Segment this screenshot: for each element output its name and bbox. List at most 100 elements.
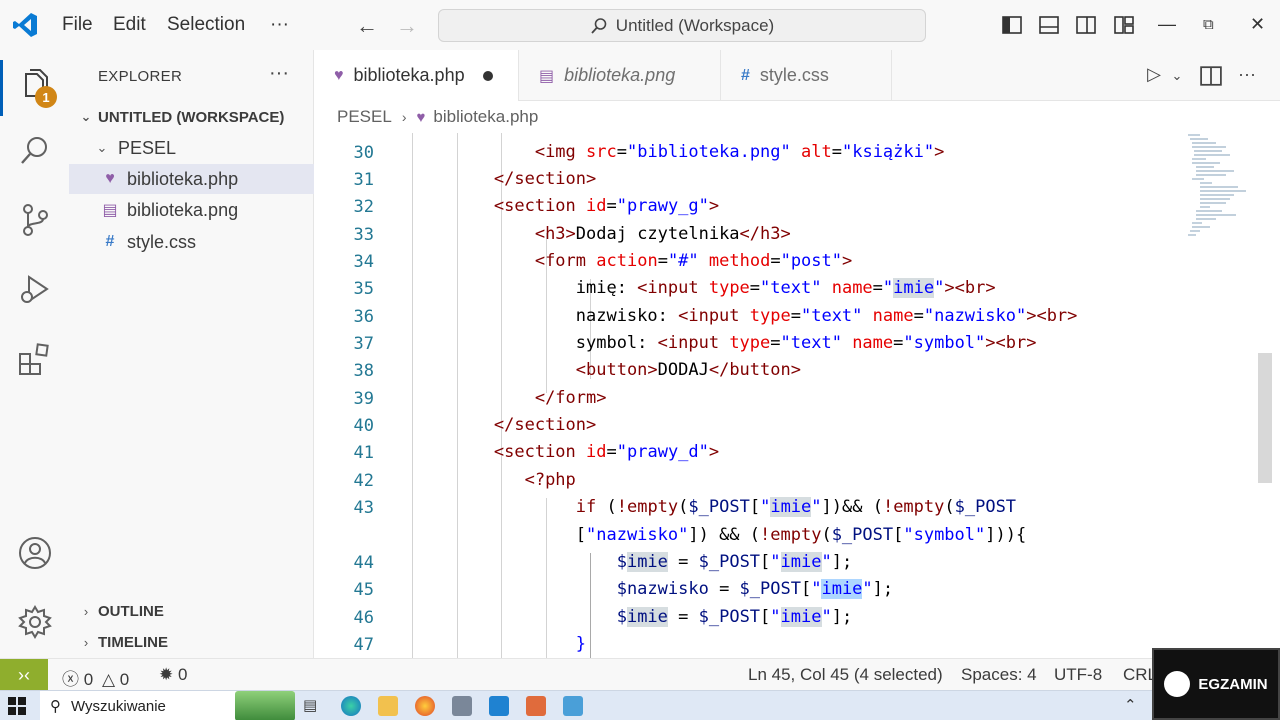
search-icon[interactable] [17,133,53,169]
file-biblioteka-php[interactable]: ♥ biblioteka.php [69,164,314,194]
watermark-label: EGZAMIN [1198,675,1268,693]
vscode-logo-icon [13,13,37,37]
warning-icon: △ [101,670,116,689]
breadcrumb: PESEL › ♥ biblioteka.php [314,101,1280,133]
settings-gear-icon[interactable] [17,604,53,640]
outline-label: OUTLINE [98,602,164,620]
editor-tabs: ♥ biblioteka.php ▤ biblioteka.png # styl… [314,50,1280,101]
menu-selection[interactable]: Selection [167,14,245,36]
search-highlight-image [235,691,295,720]
more-actions-icon[interactable]: ··· [269,62,289,85]
taskbar-search-placeholder: Wyszukiwanie [71,697,166,715]
code-line: <button>DODAJ</button> [575,360,801,380]
encoding[interactable]: UTF-8 [1054,665,1102,685]
notepad-icon[interactable] [563,696,583,716]
unsaved-dot-icon[interactable] [482,70,493,81]
menu-more[interactable]: ··· [270,14,289,36]
more-actions-icon[interactable]: ··· [1236,64,1258,86]
explorer-title: EXPLORER [98,68,183,85]
chevron-up-icon[interactable]: ⌃ [1124,696,1137,714]
windows-taskbar: ⚲ Wyszukiwanie ▤ ⌃ [0,690,1280,720]
code-line: <h3>Dodaj czytelnika</h3> [534,224,791,244]
line-number: 44 [353,553,374,573]
file-biblioteka-png[interactable]: ▤ biblioteka.png [69,195,314,225]
xampp-icon[interactable] [526,696,546,716]
code-line: $imie = $_POST["imie"]; [616,607,853,627]
indentation[interactable]: Spaces: 4 [961,665,1037,685]
timeline-label: TIMELINE [98,633,168,651]
menu-edit[interactable]: Edit [113,14,146,36]
file-label: biblioteka.php [127,168,239,189]
php-icon: ♥ [105,170,115,187]
file-label: style.css [127,231,197,252]
back-arrow-icon[interactable]: ← [356,13,378,39]
breadcrumb-folder[interactable]: PESEL [337,107,392,127]
breadcrumb-file[interactable]: biblioteka.php [433,107,538,127]
line-number: 33 [353,225,374,245]
windows-start-icon[interactable] [8,697,26,715]
line-number: 41 [353,443,374,463]
problems-indicator[interactable]: ⓧ 0 △ 0 [62,665,129,690]
toggle-secondary-sidebar-icon[interactable] [1076,15,1096,35]
explorer-badge: 1 [35,86,57,108]
code-line: $nazwisko = $_POST["imie"]; [616,579,894,599]
code-editor[interactable]: 30 31 32 33 34 35 36 37 38 39 40 41 42 4… [314,133,1280,658]
remote-indicator-icon[interactable]: ›‹ [0,659,48,691]
chevron-down-icon: ⌄ [80,109,92,124]
chevron-down-icon[interactable]: ⌄ [1166,68,1188,90]
line-number: 34 [353,252,374,272]
firefox-icon[interactable] [415,696,435,716]
image-icon: ▤ [539,67,555,85]
toggle-panel-icon[interactable] [1039,15,1059,35]
tab-biblioteka-png[interactable]: ▤ biblioteka.png [519,50,721,101]
edge-icon[interactable] [341,696,361,716]
run-icon[interactable]: ▷ [1143,64,1165,86]
folder-pesel[interactable]: ⌄ PESEL [69,133,314,163]
chevron-right-icon: › [401,109,407,125]
minimize-icon[interactable]: — [1158,14,1176,35]
chevron-right-icon: › [83,634,89,650]
account-icon[interactable] [17,535,53,571]
title-bar: File Edit Selection ··· ← → Untitled (Wo… [0,0,1280,50]
extensions-icon[interactable] [17,341,53,377]
forward-arrow-icon[interactable]: → [396,13,418,39]
timeline-section[interactable]: › TIMELINE [69,627,314,657]
tab-biblioteka-php[interactable]: ♥ biblioteka.php [314,50,519,101]
customize-layout-icon[interactable] [1114,15,1134,35]
tab-style-css[interactable]: # style.css [721,50,892,101]
app-icon[interactable] [452,696,472,716]
source-control-icon[interactable] [17,202,53,238]
line-number: 30 [353,143,374,163]
minimap[interactable] [1186,133,1266,253]
tab-label: style.css [759,65,829,85]
code-line: <img src="biblioteka.png" alt="książki"> [534,142,945,162]
code-line: <?php [524,470,576,490]
file-style-css[interactable]: # style.css [69,227,314,257]
run-debug-icon[interactable] [17,272,53,308]
code-line: nazwisko: <input type="text" name="nazwi… [412,306,1078,326]
command-center[interactable]: Untitled (Workspace) [438,9,926,42]
code-line: } [575,634,587,654]
vscode-taskbar-icon[interactable] [489,696,509,716]
cursor-position[interactable]: Ln 45, Col 45 (4 selected) [748,665,943,685]
menu-file[interactable]: File [62,14,93,36]
line-number: 31 [353,170,374,190]
close-icon[interactable]: ✕ [1250,14,1265,35]
toggle-primary-sidebar-icon[interactable] [1002,15,1022,35]
file-explorer-icon[interactable] [378,696,398,716]
task-view-icon[interactable]: ▤ [303,696,323,716]
code-line: </section> [493,169,597,189]
split-editor-icon[interactable] [1200,65,1222,87]
search-icon [591,17,607,34]
workspace-header[interactable]: ⌄ UNTITLED (WORKSPACE) [69,102,314,132]
ports-indicator[interactable]: ✹ 0 [159,665,187,685]
code-line: if (!empty($_POST["imie"])&& (!empty($_P… [575,497,1017,517]
line-number: 35 [353,279,374,299]
outline-section[interactable]: › OUTLINE [69,596,314,626]
restore-icon[interactable]: ⧉ [1203,16,1214,33]
line-number: 43 [353,498,374,518]
vertical-scrollbar[interactable] [1258,353,1272,483]
code-line: $imie = $_POST["imie"]; [616,552,853,572]
line-number: 39 [353,389,374,409]
line-number: 37 [353,334,374,354]
